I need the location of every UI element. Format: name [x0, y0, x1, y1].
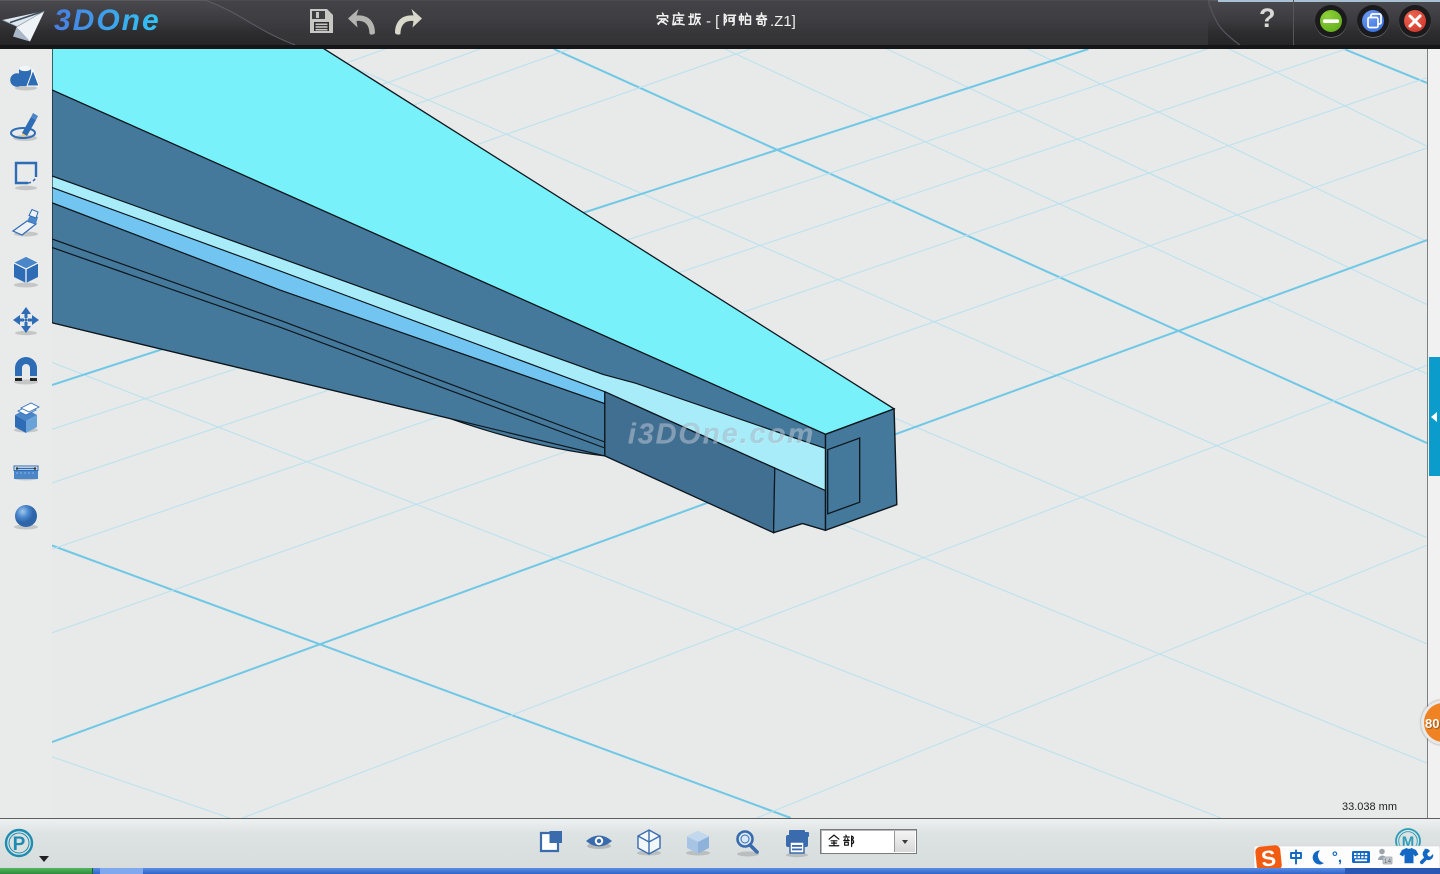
svg-text:.Z1]: .Z1] — [770, 13, 796, 30]
svg-text:- [: - [ — [706, 13, 720, 30]
svg-text:i3DOne.com: i3DOne.com — [627, 418, 814, 450]
svg-text:33.038 mm: 33.038 mm — [1342, 801, 1397, 813]
svg-text:P: P — [13, 834, 26, 855]
svg-text:°,: °, — [1332, 849, 1342, 866]
svg-text:14: 14 — [1384, 858, 1392, 865]
